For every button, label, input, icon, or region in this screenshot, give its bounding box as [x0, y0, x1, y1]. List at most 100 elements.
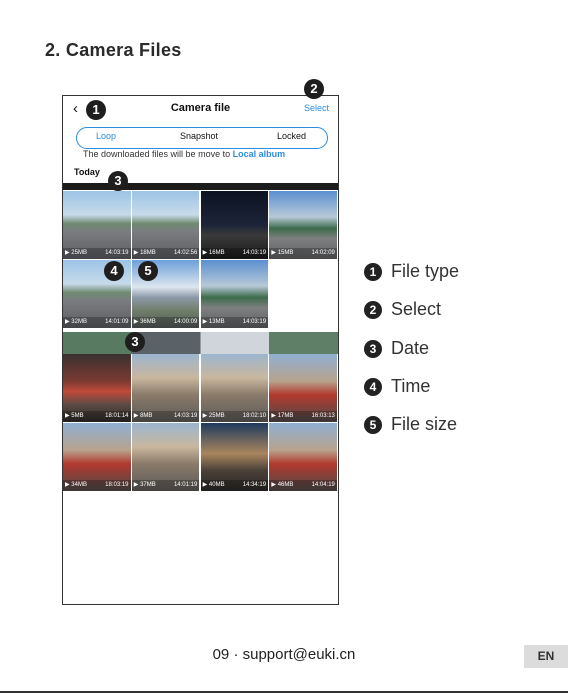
- play-icon: ▶: [65, 319, 70, 325]
- play-icon: ▶: [271, 413, 277, 419]
- page-footer: 09 · support@euki.cn: [212, 646, 356, 663]
- callout-4: 4: [104, 261, 124, 281]
- thumbnail-grid-2: ▶ 5MB 18:01:14 ▶ 8MB 14:03:19 ▶ 25MB 18:02:…: [63, 354, 338, 492]
- thumbnail-meta: ▶ 34MB 18:03:19: [63, 480, 131, 491]
- thumbnail-meta: ▶ 16MB 14:03:19: [200, 248, 269, 259]
- file-time: 18:02:10: [242, 413, 267, 419]
- legend-item: 5 File size: [364, 414, 457, 435]
- phone-screenshot: ‹ Camera file Select Loop Snapshot Locke…: [62, 95, 339, 605]
- legend-label: Select: [391, 299, 442, 319]
- tab-locked[interactable]: Locked: [277, 131, 306, 141]
- video-thumbnail[interactable]: ▶ 16MB 14:03:19: [200, 191, 269, 259]
- thumbnail-meta: ▶ 13MB 14:03:19: [200, 317, 269, 328]
- video-thumbnail[interactable]: ▶ 13MB 14:03:19: [200, 260, 269, 328]
- legend-number: 1: [364, 262, 382, 281]
- callout-5: 5: [138, 261, 158, 281]
- video-thumbnail[interactable]: ▶ 34MB 18:03:19: [63, 423, 131, 491]
- play-icon: ▶: [271, 482, 277, 488]
- file-time: 14:02:56: [173, 250, 198, 256]
- thumbnail-meta: ▶ 17MB 16:03:13: [269, 411, 337, 422]
- legend-item: 4 Time: [364, 376, 430, 397]
- thumbnail-meta: ▶ 40MB 14:34:19: [200, 480, 269, 491]
- video-thumbnail[interactable]: ▶ 37MB 14:01:19: [131, 423, 200, 491]
- thumbnail-meta: ▶ 32MB 14:01:09: [63, 317, 131, 328]
- video-thumbnail[interactable]: ▶ 25MB 18:02:10: [200, 354, 269, 422]
- legend-item: 3 Date: [364, 338, 429, 359]
- callout-3-second: 3: [125, 332, 145, 352]
- thumbnail-meta: ▶ 5MB 18:01:14: [63, 411, 131, 422]
- video-thumbnail[interactable]: ▶ 8MB 14:03:19: [131, 354, 200, 422]
- file-size: 25MB: [71, 250, 87, 256]
- file-size: 25MB: [208, 413, 225, 419]
- local-album-link[interactable]: Local album: [233, 149, 286, 159]
- legend-label: File size: [391, 414, 458, 434]
- file-size: 46MB: [277, 482, 294, 488]
- legend-item: 2 Select: [364, 299, 441, 320]
- date-divider: [63, 332, 338, 354]
- thumbnail-grid-1: ▶ 25MB 14:03:19 ▶ 18MB 14:02:56 ▶ 16MB 14:0…: [63, 191, 338, 329]
- video-thumbnail[interactable]: ▶ 17MB 16:03:13: [269, 354, 337, 422]
- thumbnail-meta: ▶ 46MB 14:04:19: [269, 480, 337, 491]
- file-type-tabs: Loop Snapshot Locked: [76, 127, 328, 149]
- thumbnail-meta: ▶ 15MB 14:02:09: [269, 248, 337, 259]
- file-time: 18:01:14: [105, 413, 129, 419]
- callout-2: 2: [304, 79, 324, 99]
- video-thumbnail[interactable]: ▶ 15MB 14:02:09: [269, 191, 337, 259]
- file-size: 8MB: [140, 413, 153, 419]
- video-thumbnail[interactable]: ▶ 46MB 14:04:19: [269, 423, 337, 491]
- file-time: 14:03:19: [242, 250, 267, 256]
- file-time: 14:34:19: [242, 482, 267, 488]
- file-size: 18MB: [140, 250, 156, 256]
- play-icon: ▶: [271, 250, 277, 256]
- legend-label: File type: [391, 261, 460, 281]
- bottom-rule: [0, 691, 568, 693]
- file-size: 13MB: [208, 319, 225, 325]
- date-label: Today: [74, 167, 100, 177]
- file-time: 14:03:19: [105, 250, 129, 256]
- language-badge: EN: [524, 645, 568, 668]
- empty-slot: [269, 260, 337, 328]
- file-size: 5MB: [71, 413, 84, 419]
- tab-snapshot[interactable]: Snapshot: [180, 131, 218, 141]
- select-button[interactable]: Select: [304, 103, 329, 113]
- thumbnail-meta: ▶ 18MB 14:02:56: [131, 248, 200, 259]
- section-heading: 2. Camera Files: [45, 40, 182, 60]
- thumbnail-meta: ▶ 37MB 14:01:19: [131, 480, 200, 491]
- legend-number: 5: [364, 415, 382, 434]
- tab-loop[interactable]: Loop: [96, 131, 116, 141]
- file-time: 18:03:19: [105, 482, 129, 488]
- file-size: 15MB: [277, 250, 294, 256]
- file-time: 14:01:19: [173, 482, 198, 488]
- callout-1: 1: [86, 100, 106, 120]
- file-time: 14:03:19: [173, 413, 198, 419]
- video-thumbnail[interactable]: ▶ 18MB 14:02:56: [131, 191, 200, 259]
- notice-text: The downloaded files will be move to: [83, 149, 233, 159]
- file-size: 16MB: [208, 250, 225, 256]
- file-time: 14:01:09: [105, 319, 129, 325]
- video-thumbnail[interactable]: ▶ 40MB 14:34:19: [200, 423, 269, 491]
- legend-number: 3: [364, 339, 382, 358]
- file-time: 14:02:09: [311, 250, 335, 256]
- legend-item: 1 File type: [364, 261, 459, 282]
- file-time: 16:03:13: [311, 413, 335, 419]
- file-size: 34MB: [71, 482, 87, 488]
- video-thumbnail[interactable]: ▶ 5MB 18:01:14: [63, 354, 131, 422]
- play-icon: ▶: [65, 250, 70, 256]
- legend-number: 4: [364, 377, 382, 396]
- file-time: 14:03:19: [242, 319, 267, 325]
- file-time: 14:00:09: [173, 319, 198, 325]
- video-thumbnail[interactable]: ▶ 25MB 14:03:19: [63, 191, 131, 259]
- download-notice: The downloaded files will be move to Loc…: [83, 149, 285, 159]
- date-divider: [63, 183, 338, 190]
- file-size: 40MB: [208, 482, 225, 488]
- file-size: 32MB: [71, 319, 87, 325]
- play-icon: ▶: [65, 482, 70, 488]
- thumbnail-meta: ▶ 8MB 14:03:19: [131, 411, 200, 422]
- callout-3: 3: [108, 171, 128, 191]
- thumbnail-meta: ▶ 25MB 18:02:10: [200, 411, 269, 422]
- legend-label: Time: [391, 376, 431, 396]
- thumbnail-meta: ▶ 25MB 14:03:19: [63, 248, 131, 259]
- play-icon: ▶: [202, 250, 208, 256]
- file-size: 17MB: [277, 413, 294, 419]
- play-icon: ▶: [202, 413, 208, 419]
